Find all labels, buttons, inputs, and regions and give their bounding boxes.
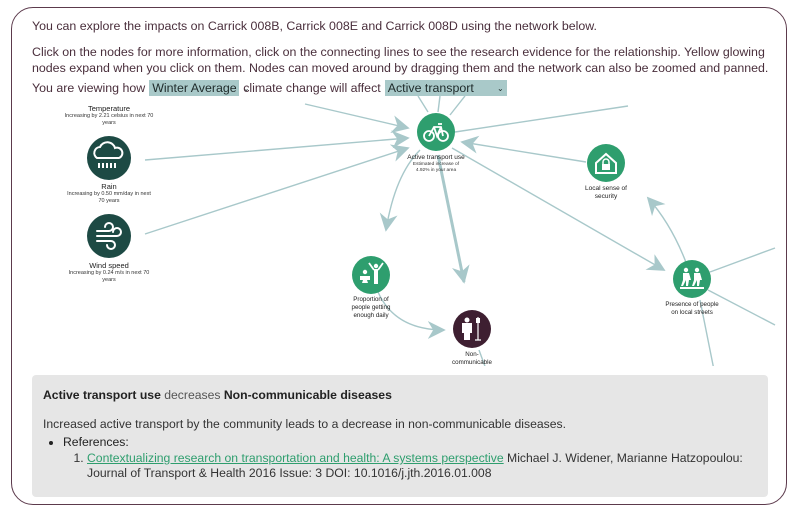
node-title: Wind speed: [89, 261, 129, 270]
reference-entry: Contextualizing research on transportati…: [87, 451, 767, 481]
node-wind[interactable]: [87, 214, 131, 258]
edge-wind-active[interactable]: [144, 144, 410, 235]
edge-presence-security[interactable]: [646, 196, 688, 266]
node-subtitle: Increasing by 0.24 m/s in next 70 years: [68, 270, 150, 283]
references-ordered-list: Contextualizing research on transportati…: [63, 451, 767, 481]
node-label-rain[interactable]: Rain Increasing by 0.50 mm/day in next 7…: [66, 182, 152, 205]
edge-presence-right-1[interactable]: [709, 247, 776, 273]
edge-offscreen-top-2[interactable]: [437, 96, 441, 113]
node-presence[interactable]: [673, 260, 711, 298]
node-subtitle: Increasing by 2.21 celsius in next 70 ye…: [64, 113, 154, 126]
node-subtitle: Increasing by 0.50 mm/day in next 70 yea…: [67, 191, 151, 204]
node-title: Local sense of security: [585, 185, 627, 200]
relationship-panel: Active transport use decreases Non-commu…: [32, 375, 768, 497]
node-title: Active transport use: [407, 154, 465, 161]
relationship-verb: decreases: [164, 388, 221, 402]
node-title: Presence of people on local streets: [665, 301, 719, 316]
node-subtitle: Estimated increase of 4.92% in your area: [412, 162, 460, 173]
node-label-security[interactable]: Local sense of security: [578, 185, 634, 201]
node-active-transport[interactable]: [417, 113, 455, 151]
edge-offscreen-top-3[interactable]: [449, 96, 466, 116]
relationship-heading: Active transport use decreases Non-commu…: [43, 388, 392, 402]
edge-rain-active[interactable]: [144, 130, 410, 161]
edge-active-offscreen-right[interactable]: [454, 105, 629, 133]
node-security[interactable]: [587, 144, 625, 182]
node-label-active-transport[interactable]: Active transport use Estimated increase …: [406, 154, 466, 174]
node-ncd[interactable]: [453, 310, 491, 348]
edge-active-ncd[interactable]: [436, 154, 470, 284]
edge-temperature-active[interactable]: [304, 103, 410, 134]
edge-offscreen-top-1[interactable]: [417, 96, 429, 113]
node-label-exercise[interactable]: Proportion of people getting enough dail…: [345, 296, 397, 320]
reference-link[interactable]: Contextualizing research on transportati…: [87, 451, 504, 465]
relationship-target: Non-communicable diseases: [223, 388, 392, 402]
edge-active-presence[interactable]: [451, 147, 666, 271]
node-label-ncd[interactable]: Non-communicable diseases: [448, 351, 496, 366]
node-label-wind[interactable]: Wind speed Increasing by 0.24 m/s in nex…: [64, 261, 154, 284]
node-title: Proportion of people getting enough dail…: [351, 296, 391, 319]
relationship-description: Increased active transport by the commun…: [43, 417, 566, 431]
relationship-source: Active transport use: [43, 388, 161, 402]
node-label-temperature[interactable]: Temperature Increasing by 2.21 celsius i…: [64, 104, 154, 127]
node-title: Non-communicable diseases: [452, 351, 492, 366]
references-item: References: Contextualizing research on …: [63, 435, 767, 481]
node-title: Temperature: [87, 104, 131, 113]
node-label-presence[interactable]: Presence of people on local streets: [664, 301, 720, 317]
references-list: References: Contextualizing research on …: [43, 435, 767, 481]
node-title: Rain: [101, 182, 117, 191]
references-label: References:: [63, 435, 129, 449]
node-exercise[interactable]: [352, 256, 390, 294]
edge-security-active[interactable]: [460, 135, 587, 163]
node-rain[interactable]: [87, 136, 131, 180]
